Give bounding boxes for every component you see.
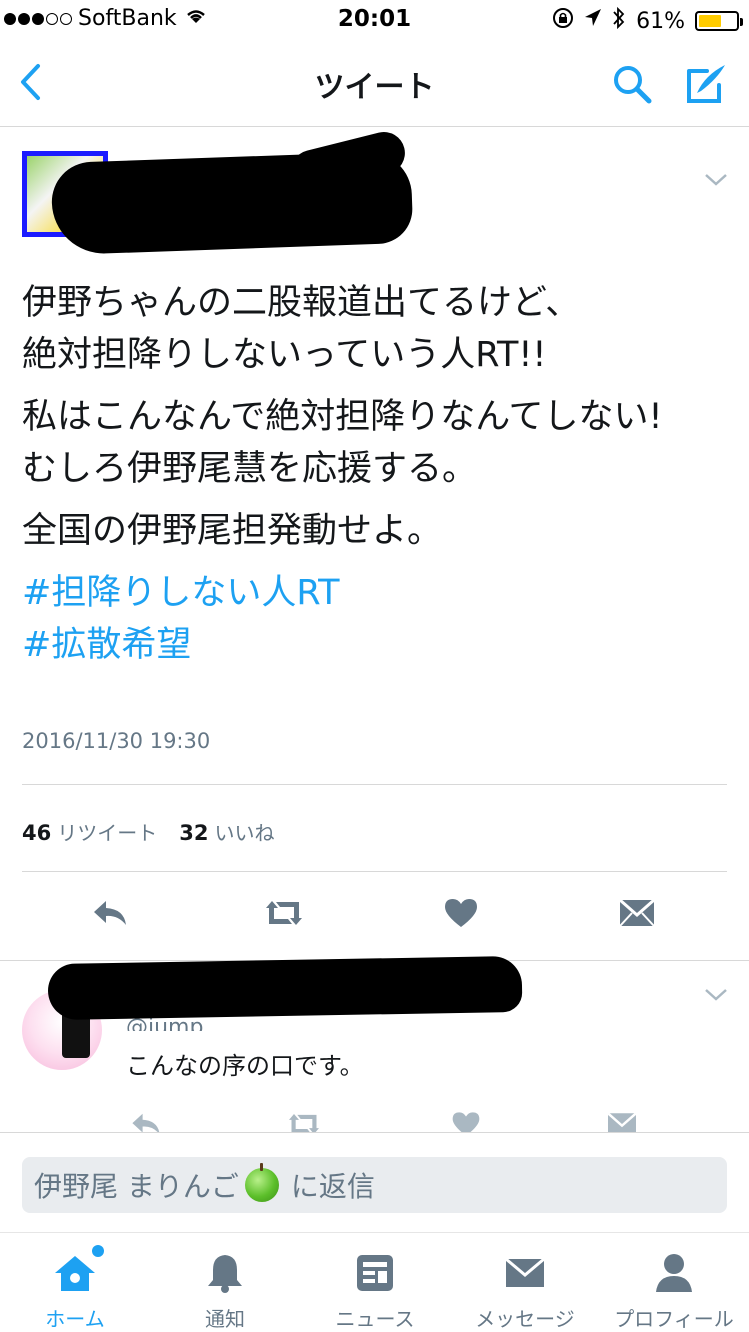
battery-percent: 61% bbox=[636, 8, 685, 34]
tab-label: 通知 bbox=[205, 1307, 245, 1331]
retweet-count[interactable]: 46 bbox=[22, 821, 51, 845]
reply-placeholder-suffix: に返信 bbox=[290, 1170, 375, 1203]
redaction-mark bbox=[50, 150, 414, 256]
tab-home[interactable]: ホーム bbox=[0, 1233, 150, 1332]
tab-label: メッセージ bbox=[475, 1307, 575, 1331]
reply-icon bbox=[94, 901, 126, 925]
like-count[interactable]: 32 bbox=[179, 821, 208, 845]
bluetooth-icon bbox=[612, 6, 626, 36]
like-button[interactable] bbox=[433, 891, 489, 935]
tab-label: プロフィール bbox=[614, 1307, 734, 1331]
tab-label: ホーム bbox=[45, 1307, 105, 1331]
home-icon bbox=[51, 1249, 99, 1297]
envelope-icon bbox=[501, 1249, 549, 1297]
envelope-icon bbox=[619, 898, 655, 927]
reply-icon bbox=[132, 1113, 160, 1132]
reply-button[interactable] bbox=[82, 891, 138, 935]
retweet-icon bbox=[289, 1114, 319, 1132]
compose-button[interactable] bbox=[680, 58, 732, 110]
reply-button[interactable] bbox=[118, 1102, 174, 1132]
reply-text: こんなの序の口です。 bbox=[126, 1052, 364, 1080]
news-icon bbox=[351, 1249, 399, 1297]
bell-icon bbox=[201, 1249, 249, 1297]
reply-placeholder-prefix: 伊野尾 まりんご bbox=[34, 1170, 239, 1203]
message-button[interactable] bbox=[609, 891, 665, 935]
tab-news[interactable]: ニュース bbox=[300, 1233, 450, 1332]
tweet-line: 伊野ちゃんの二股報道出てるけど、 bbox=[22, 283, 581, 323]
retweet-icon bbox=[266, 901, 302, 925]
reply-bar: 伊野尾 まりんご に返信 bbox=[0, 1132, 749, 1233]
tweet-timestamp: 2016/11/30 19:30 bbox=[22, 729, 211, 753]
retweet-label[interactable]: リツイート bbox=[57, 817, 157, 846]
like-button[interactable] bbox=[438, 1102, 494, 1132]
tweet-line: 私はこんなんで絶対担降りなんてしない! bbox=[22, 397, 663, 437]
like-label[interactable]: いいね bbox=[214, 817, 274, 846]
status-right: 61% bbox=[552, 6, 743, 36]
tab-messages[interactable]: メッセージ bbox=[450, 1233, 600, 1332]
tab-profile[interactable]: プロフィール bbox=[599, 1233, 749, 1332]
tweet-line: 絶対担降りしないっていう人RT!! bbox=[22, 335, 547, 375]
tweet-text: 伊野ちゃんの二股報道出てるけど、 絶対担降りしないっていう人RT!! 私はこんな… bbox=[22, 277, 732, 681]
notification-dot bbox=[92, 1245, 104, 1257]
status-bar: SoftBank 20:01 61% bbox=[0, 0, 749, 40]
retweet-button[interactable] bbox=[276, 1102, 332, 1132]
heart-icon bbox=[445, 899, 477, 927]
navigation-bar: ツイート bbox=[0, 40, 749, 127]
tab-label: ニュース bbox=[335, 1307, 415, 1331]
search-button[interactable] bbox=[608, 60, 656, 108]
reply-input[interactable]: 伊野尾 まりんご に返信 bbox=[22, 1157, 727, 1213]
tweet-line: むしろ伊野尾慧を応援する。 bbox=[22, 449, 478, 489]
compose-icon bbox=[687, 65, 725, 103]
chevron-down-icon bbox=[705, 174, 727, 186]
tweet-actions bbox=[0, 891, 749, 941]
search-icon bbox=[614, 66, 652, 104]
hashtag-link[interactable]: #拡散希望 bbox=[22, 619, 732, 671]
tweet-menu-button[interactable] bbox=[703, 167, 729, 193]
retweet-button[interactable] bbox=[256, 891, 312, 935]
redaction-mark bbox=[47, 955, 523, 1021]
rotation-lock-icon bbox=[552, 7, 574, 35]
location-icon bbox=[584, 8, 602, 34]
divider bbox=[22, 871, 727, 872]
heart-icon bbox=[452, 1112, 480, 1132]
divider bbox=[22, 784, 727, 785]
battery-icon bbox=[695, 11, 743, 31]
reply-menu-button[interactable] bbox=[703, 982, 729, 1008]
hashtag-link[interactable]: #担降りしない人RT bbox=[22, 567, 732, 619]
chevron-down-icon bbox=[705, 989, 727, 1001]
tweet-line: 全国の伊野尾担発動せよ。 bbox=[22, 511, 443, 551]
envelope-icon bbox=[607, 1112, 637, 1132]
message-button[interactable] bbox=[594, 1102, 650, 1132]
tab-bar: ホーム 通知 ニュース メッセージ プロフィール bbox=[0, 1232, 749, 1332]
reply-actions bbox=[0, 1100, 749, 1132]
person-icon bbox=[650, 1249, 698, 1297]
tab-notifications[interactable]: 通知 bbox=[150, 1233, 300, 1332]
tweet-stats: 46 リツイート 32 いいね bbox=[22, 817, 274, 846]
green-apple-icon bbox=[244, 1163, 279, 1202]
